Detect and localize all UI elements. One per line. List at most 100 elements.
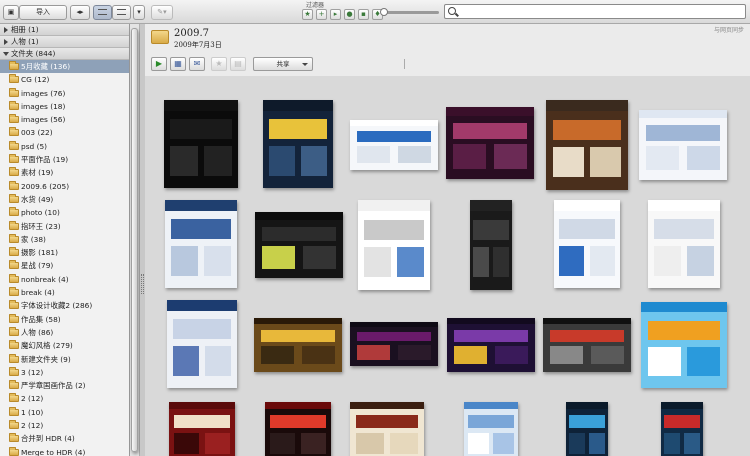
folder-icon — [9, 127, 19, 137]
sidebar-section[interactable]: 相册 (1) — [0, 24, 129, 36]
thumb-9[interactable] — [358, 200, 430, 290]
filter-person-icon[interactable]: ● — [344, 9, 355, 20]
thumb-13[interactable] — [167, 300, 237, 388]
folder-item[interactable]: 3 (12) — [0, 366, 129, 379]
search-input[interactable] — [444, 4, 746, 19]
folder-item[interactable]: 严学章国画作品 (2) — [0, 379, 129, 392]
folder-item[interactable]: 2009.6 (205) — [0, 180, 129, 193]
thumb-22[interactable] — [464, 402, 518, 456]
folder-item[interactable]: 人物 (86) — [0, 326, 129, 339]
thumb-11[interactable] — [554, 200, 620, 288]
view-list-icon[interactable] — [112, 5, 131, 20]
thumb-18[interactable] — [641, 302, 727, 388]
star-icon[interactable]: ★ — [211, 57, 227, 71]
folder-item[interactable]: 1 (10) — [0, 406, 129, 419]
thumb-block — [261, 329, 335, 342]
adjust-icon[interactable]: ✎▾ — [151, 5, 173, 20]
thumb-15[interactable] — [350, 322, 438, 366]
folder-item[interactable]: 素材 (19) — [0, 166, 129, 179]
email-icon[interactable]: ✉ — [189, 57, 205, 71]
filter-plus-icon[interactable]: + — [316, 9, 327, 20]
thumb-2[interactable] — [263, 100, 333, 188]
slideshow-icon[interactable]: ▦ — [170, 57, 186, 71]
thumb-16[interactable] — [447, 318, 535, 372]
zoom-slider[interactable] — [380, 8, 439, 16]
thumb-7[interactable] — [165, 200, 237, 288]
thumb-5[interactable] — [546, 100, 628, 190]
thumb-block — [492, 246, 509, 278]
folder-item[interactable]: 摄影 (181) — [0, 246, 129, 259]
folder-item[interactable]: 5月收藏 (136) — [0, 60, 129, 74]
folder-item[interactable]: Merge to HDR (4) — [0, 446, 129, 456]
thumb-6[interactable] — [639, 110, 727, 180]
folder-item[interactable]: 作品集 (58) — [0, 313, 129, 326]
thumb-block — [543, 318, 631, 325]
sidebar-scroll-thumb[interactable] — [131, 28, 138, 452]
thumb-21[interactable] — [350, 402, 424, 456]
folder-item[interactable]: psd (5) — [0, 140, 129, 153]
thumb-block — [468, 415, 514, 429]
folder-item[interactable]: 2 (12) — [0, 392, 129, 405]
thumb-block — [661, 402, 703, 410]
import-icon[interactable]: ▣ — [3, 5, 19, 20]
sidebar-section[interactable]: 文件夹 (844) — [0, 48, 129, 60]
share-button[interactable]: 共享 — [253, 57, 405, 71]
share-label: 共享 — [276, 60, 290, 68]
folder-item[interactable]: images (56) — [0, 113, 129, 126]
folder-icon — [9, 167, 19, 177]
thumb-block — [358, 200, 430, 211]
folder-label: images (76) — [21, 88, 66, 98]
thumb-block — [262, 226, 336, 242]
folder-item[interactable]: images (76) — [0, 87, 129, 100]
view-dropdown-icon[interactable]: ▾ — [133, 5, 145, 20]
folder-item[interactable]: 新建文件夹 (9) — [0, 353, 129, 366]
play-icon[interactable]: ▶ — [151, 57, 167, 71]
zoom-slider-knob[interactable] — [380, 8, 388, 16]
folder-item[interactable]: 指环王 (23) — [0, 220, 129, 233]
folder-item[interactable]: 003 (22) — [0, 126, 129, 139]
thumb-24[interactable] — [661, 402, 703, 456]
thumb-20[interactable] — [265, 402, 331, 456]
folder-item[interactable]: 家 (38) — [0, 233, 129, 246]
thumb-17[interactable] — [543, 318, 631, 372]
sync-label: 与网页同步 — [713, 27, 744, 34]
thumb-14[interactable] — [254, 318, 342, 372]
folder-item[interactable]: CG (12) — [0, 73, 129, 86]
sidebar-scrollbar[interactable] — [130, 24, 140, 456]
save-icon[interactable]: ▤ — [230, 57, 246, 71]
thumb-1[interactable] — [164, 100, 238, 188]
folder-item[interactable]: nonbreak (4) — [0, 273, 129, 286]
thumb-4[interactable] — [446, 107, 534, 179]
folder-item[interactable]: 合并到 HDR (4) — [0, 432, 129, 445]
thumb-block — [170, 219, 232, 239]
thumb-block — [559, 245, 585, 276]
thumb-3[interactable] — [350, 120, 438, 170]
filter-image-icon[interactable]: ▪ — [358, 9, 369, 20]
thumb-block — [473, 219, 509, 240]
filter-play-icon[interactable]: ▸ — [330, 9, 341, 20]
folder-item[interactable]: break (4) — [0, 286, 129, 299]
thumb-8[interactable] — [255, 212, 343, 278]
folder-item[interactable]: 魔幻风格 (279) — [0, 339, 129, 352]
thumb-19[interactable] — [169, 402, 235, 456]
filter-star-icon[interactable]: ★ — [302, 9, 313, 20]
thumb-block — [590, 146, 622, 178]
folder-icon — [9, 154, 19, 164]
folder-item[interactable]: 字体设计收藏2 (286) — [0, 299, 129, 312]
import-options-icon[interactable]: ◂▸ — [70, 5, 90, 20]
import-button[interactable]: 导入 — [19, 5, 67, 20]
thumb-12[interactable] — [648, 200, 720, 288]
folder-label: 2009.6 (205) — [21, 181, 70, 191]
sidebar-section[interactable]: 人物 (1) — [0, 36, 129, 48]
thumb-10[interactable] — [470, 200, 512, 290]
folder-item[interactable]: images (18) — [0, 100, 129, 113]
view-grid-icon[interactable] — [93, 5, 112, 20]
folder-item[interactable]: photo (10) — [0, 206, 129, 219]
folder-label: photo (10) — [21, 208, 60, 218]
folder-item[interactable]: 星战 (79) — [0, 259, 129, 272]
folder-item[interactable]: 2 (12) — [0, 419, 129, 432]
folder-item[interactable]: 水货 (49) — [0, 193, 129, 206]
folder-icon — [9, 380, 19, 390]
folder-item[interactable]: 平面作品 (19) — [0, 153, 129, 166]
thumb-23[interactable] — [566, 402, 608, 456]
